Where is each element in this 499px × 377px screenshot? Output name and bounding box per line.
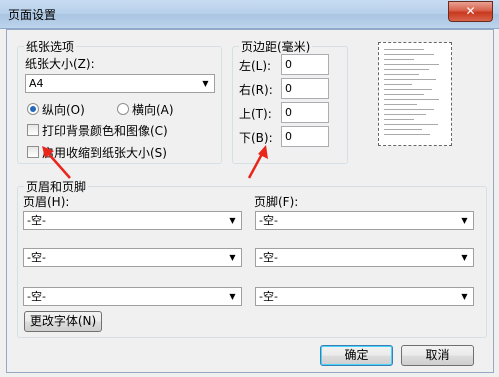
portrait-radio[interactable] [27,103,39,115]
print-background-checkbox[interactable] [27,124,39,136]
bottom-margin-value: 0 [285,130,292,143]
ok-button[interactable]: 确定 [320,345,393,366]
right-margin-label: 右(R): [239,83,273,97]
chevron-down-icon: ▼ [229,253,236,262]
chevron-down-icon: ▼ [229,216,236,225]
right-margin-input[interactable]: 0 [281,78,329,99]
right-margin-value: 0 [285,82,292,95]
left-margin-value: 0 [285,58,292,71]
page-preview [378,42,452,146]
landscape-radio[interactable] [117,103,129,115]
footer-select-3[interactable]: -空- ▼ [255,287,474,306]
chevron-down-icon: ▼ [461,292,468,301]
top-margin-input[interactable]: 0 [281,102,329,123]
top-margin-value: 0 [285,106,292,119]
footer-select-2[interactable]: -空- ▼ [255,248,474,267]
paper-size-select[interactable]: A4 ▼ [25,74,215,93]
footer-select-1-value: -空- [259,214,278,227]
left-margin-label: 左(L): [239,59,272,73]
portrait-label: 纵向(O) [42,103,85,117]
close-button[interactable]: ✕ [448,1,493,22]
close-icon: ✕ [465,4,476,18]
annotation-arrow-left [42,146,71,179]
header-select-3[interactable]: -空- ▼ [23,287,242,306]
header-select-1-value: -空- [27,214,46,227]
header-select-2-value: -空- [27,251,46,264]
header-select-2[interactable]: -空- ▼ [23,248,242,267]
cancel-button[interactable]: 取消 [401,345,474,366]
paper-options-legend: 纸张选项 [26,40,75,54]
change-font-button[interactable]: 更改字体(N) [24,311,102,332]
header-select-1[interactable]: -空- ▼ [23,211,242,230]
window-title: 页面设置 [8,8,57,22]
chevron-down-icon: ▼ [229,292,236,301]
paper-size-label: 纸张大小(Z): [25,57,95,71]
footer-select-2-value: -空- [259,251,278,264]
bottom-margin-input[interactable]: 0 [281,126,329,147]
print-background-label: 打印背景颜色和图像(C) [42,124,168,138]
footer-select-3-value: -空- [259,290,278,303]
landscape-label: 横向(A) [132,103,174,117]
annotation-arrow-right [247,145,268,179]
footer-label: 页脚(F): [254,195,299,209]
paper-size-value: A4 [29,77,44,90]
chevron-down-icon: ▼ [461,253,468,262]
chevron-down-icon: ▼ [461,216,468,225]
header-label: 页眉(H): [23,195,70,209]
margins-legend: 页边距(毫米) [241,40,311,54]
header-select-3-value: -空- [27,290,46,303]
footer-select-1[interactable]: -空- ▼ [255,211,474,230]
chevron-down-icon: ▼ [202,79,209,88]
left-margin-input[interactable]: 0 [281,54,329,75]
title-bar: 页面设置 ✕ [0,0,499,29]
top-margin-label: 上(T): [239,107,272,121]
